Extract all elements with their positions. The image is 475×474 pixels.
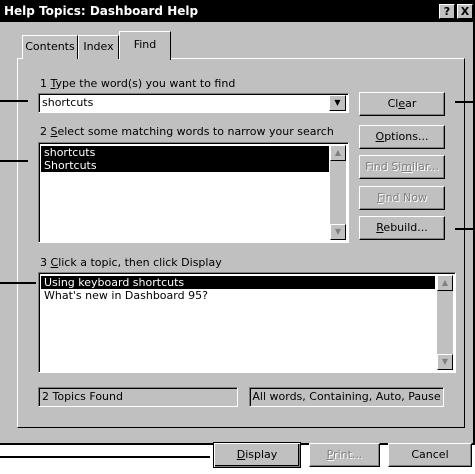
callout-line xyxy=(455,101,475,103)
tab-index-label: Index xyxy=(83,40,114,53)
dropdown-button[interactable]: ▼ xyxy=(329,95,346,111)
clear-button[interactable]: Clear xyxy=(359,92,445,116)
topics-scrollbar[interactable]: ▲ ▼ xyxy=(437,275,453,370)
topics-list[interactable]: Using keyboard shortcuts What's new in D… xyxy=(38,272,456,373)
callout-line xyxy=(455,228,475,230)
search-words-combobox[interactable]: shortcuts ▼ xyxy=(38,93,349,113)
display-button-label: Display xyxy=(236,448,278,461)
find-now-button-label: Find Now xyxy=(377,191,427,204)
search-options-status: All words, Containing, Auto, Pause xyxy=(249,387,444,407)
chevron-down-icon: ▼ xyxy=(334,98,341,107)
find-similar-button[interactable]: Find Similar... xyxy=(359,155,445,179)
topics-found-status: 2 Topics Found xyxy=(38,387,238,407)
cancel-button[interactable]: Cancel xyxy=(388,443,472,467)
find-now-button[interactable]: Find Now xyxy=(359,186,445,210)
scroll-up-icon[interactable]: ▲ xyxy=(330,145,346,161)
help-title-button[interactable]: ? xyxy=(439,4,455,19)
print-button-label: Print... xyxy=(326,448,363,461)
window-title: Help Topics: Dashboard Help xyxy=(4,4,199,18)
cancel-button-label: Cancel xyxy=(411,448,449,461)
tab-contents[interactable]: Contents xyxy=(22,35,78,59)
clear-button-label: Clear xyxy=(387,97,417,110)
list-item[interactable]: Using keyboard shortcuts xyxy=(41,276,435,289)
callout-line xyxy=(0,100,28,102)
callout-line xyxy=(0,160,28,162)
scroll-down-icon[interactable]: ▼ xyxy=(437,354,453,370)
tab-index[interactable]: Index xyxy=(78,35,119,59)
callout-line xyxy=(0,282,36,284)
close-title-button[interactable]: X xyxy=(457,4,473,19)
title-bar: Help Topics: Dashboard Help xyxy=(0,0,475,22)
display-button[interactable]: Display xyxy=(213,442,301,468)
rebuild-button[interactable]: Rebuild... xyxy=(359,216,445,240)
tab-find[interactable]: Find xyxy=(119,31,171,60)
search-words-input[interactable]: shortcuts xyxy=(42,96,93,110)
list-item[interactable]: Shortcuts xyxy=(41,159,329,172)
step1-label: 1 Type the word(s) you want to find xyxy=(40,77,236,90)
options-button-label: Options... xyxy=(375,130,429,143)
close-icon: X xyxy=(460,5,470,18)
tab-find-label: Find xyxy=(133,38,157,51)
tab-contents-label: Contents xyxy=(25,40,75,53)
topics-found-text: 2 Topics Found xyxy=(42,390,123,403)
scroll-up-icon[interactable]: ▲ xyxy=(437,275,453,291)
options-button[interactable]: Options... xyxy=(359,125,445,149)
print-button[interactable]: Print... xyxy=(309,443,380,467)
list-item[interactable]: What's new in Dashboard 95? xyxy=(41,289,435,302)
question-mark-icon: ? xyxy=(443,5,451,18)
rebuild-button-label: Rebuild... xyxy=(376,221,428,234)
step2-label: 2 Select some matching words to narrow y… xyxy=(40,125,334,138)
list-item[interactable]: shortcuts xyxy=(41,146,329,159)
matching-words-scrollbar[interactable]: ▲ ▼ xyxy=(330,145,346,240)
callout-line xyxy=(0,456,210,458)
matching-words-list[interactable]: shortcuts Shortcuts ▲ ▼ xyxy=(38,142,349,243)
step3-label: 3 Click a topic, then click Display xyxy=(40,256,222,269)
search-options-text: All words, Containing, Auto, Pause xyxy=(252,390,441,403)
find-similar-button-label: Find Similar... xyxy=(365,160,439,173)
scroll-down-icon[interactable]: ▼ xyxy=(330,224,346,240)
